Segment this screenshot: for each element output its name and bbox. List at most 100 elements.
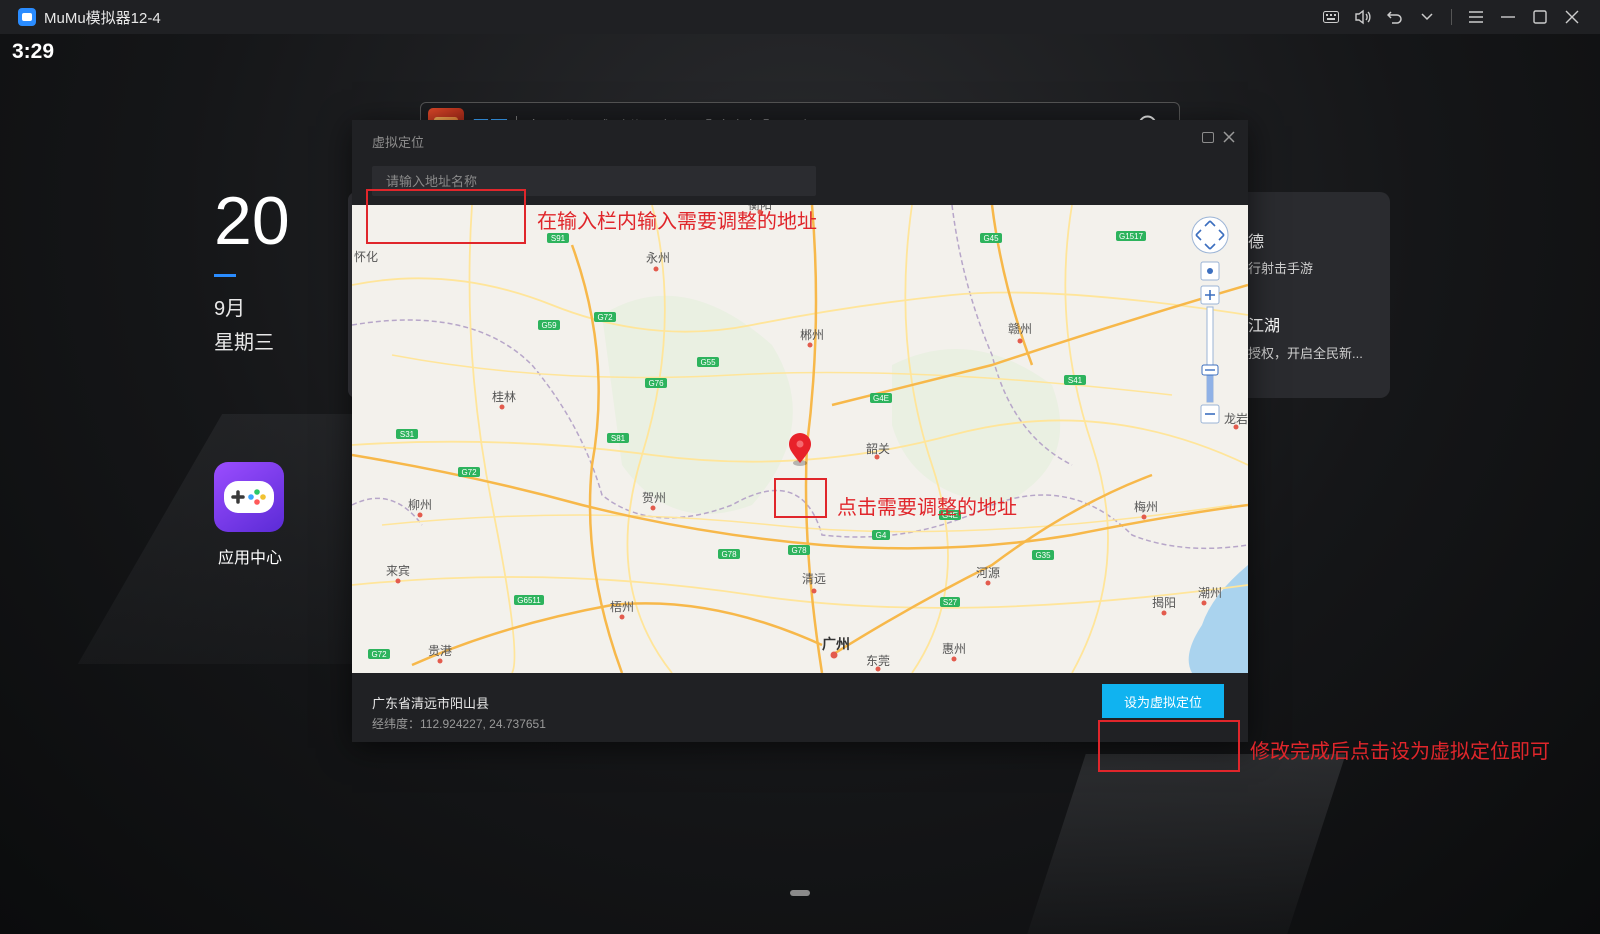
svg-text:G76: G76	[648, 379, 664, 388]
road-shield: G1517	[1116, 231, 1146, 241]
wallpaper-streak	[1014, 754, 1346, 934]
svg-text:来宾: 来宾	[386, 563, 410, 578]
svg-text:柳州: 柳州	[408, 498, 432, 512]
minimize-icon[interactable]	[1492, 0, 1524, 34]
road-shield: G72	[594, 312, 616, 322]
annotation-box-pin	[774, 478, 827, 518]
road-shield: S91	[547, 233, 569, 243]
svg-text:G6511: G6511	[517, 596, 541, 605]
svg-text:S27: S27	[943, 598, 958, 607]
svg-text:东莞: 东莞	[866, 654, 890, 668]
date-weekday: 星期三	[214, 332, 274, 354]
svg-text:梅州: 梅州	[1134, 499, 1158, 514]
road-shield: G55	[697, 357, 719, 367]
svg-text:永州: 永州	[646, 251, 670, 265]
home-indicator[interactable]	[790, 890, 810, 896]
selected-coordinates: 经纬度：112.924227, 24.737651	[372, 717, 546, 731]
road-shield: G6511	[514, 595, 544, 605]
svg-text:怀化: 怀化	[354, 250, 378, 264]
svg-text:桂林: 桂林	[492, 389, 516, 404]
card-item-subtitle: 行射击手游	[1248, 261, 1314, 276]
svg-text:G55: G55	[700, 358, 716, 367]
maximize-icon[interactable]	[1524, 0, 1556, 34]
app-center-icon[interactable]	[214, 462, 284, 532]
svg-text:梧州: 梧州	[610, 599, 634, 614]
svg-text:S41: S41	[1068, 376, 1083, 385]
svg-text:惠州: 惠州	[942, 642, 966, 656]
annotation-click-hint: 点击需要调整的地址	[837, 497, 1017, 519]
svg-text:G35: G35	[1035, 551, 1051, 560]
close-icon[interactable]	[1556, 0, 1588, 34]
svg-text:G59: G59	[541, 321, 557, 330]
undo-icon[interactable]	[1379, 0, 1411, 34]
card-item-subtitle: 授权，开启全民新...	[1248, 346, 1363, 361]
zoom-in-icon	[1200, 285, 1220, 305]
title-bar-controls	[1315, 0, 1588, 34]
road-shield: G45	[980, 233, 1002, 243]
svg-text:G72: G72	[371, 650, 387, 659]
city-label: 怀化	[354, 250, 378, 264]
road-shield: G4E	[870, 393, 892, 403]
map-canvas[interactable]: S91 G59 G72 G55 G76 G4E G45 G1517 S41 S3…	[352, 205, 1248, 673]
volume-icon[interactable]	[1347, 0, 1379, 34]
mumu-logo-icon	[18, 8, 36, 26]
keyboard-icon[interactable]	[1315, 0, 1347, 34]
annotation-done-hint: 修改完成后点击设为虚拟定位即可	[1250, 741, 1550, 763]
title-bar-divider	[1451, 9, 1452, 25]
map-pan-icon	[1191, 216, 1229, 254]
road-shield: S41	[1064, 375, 1086, 385]
svg-text:G78: G78	[791, 546, 807, 555]
dialog-close-icon[interactable]	[1220, 128, 1238, 146]
svg-text:G1517: G1517	[1119, 232, 1144, 241]
road-shield: S27	[940, 597, 960, 607]
map-zoom-control[interactable]	[1190, 215, 1230, 430]
svg-text:G78: G78	[721, 550, 737, 559]
svg-text:S91: S91	[551, 234, 566, 243]
road-shield: S31	[396, 429, 418, 439]
zoom-out-icon	[1200, 404, 1220, 424]
road-shield: G4	[872, 530, 890, 540]
app-center-label[interactable]: 应用中心	[214, 544, 286, 568]
annotation-box-input	[366, 189, 526, 244]
chevron-down-icon[interactable]	[1411, 0, 1443, 34]
road-shield: G78	[718, 549, 740, 559]
set-virtual-location-button[interactable]: 设为虚拟定位	[1102, 684, 1224, 718]
dialog-title: 虚拟定位	[372, 135, 425, 150]
svg-text:S31: S31	[400, 430, 415, 439]
svg-text:G4E: G4E	[873, 394, 889, 403]
road-shield: G78	[788, 545, 810, 555]
svg-text:潮州: 潮州	[1198, 585, 1222, 600]
map-view[interactable]: S91 G59 G72 G55 G76 G4E G45 G1517 S41 S3…	[352, 205, 1248, 673]
annotation-box-button	[1098, 720, 1240, 772]
title-bar: MuMu模拟器12-4	[0, 0, 1600, 34]
svg-text:G72: G72	[597, 313, 613, 322]
card-item-title: 德	[1248, 234, 1265, 251]
selected-address: 广东省清远市阳山县	[372, 696, 490, 711]
date-day: 20	[214, 183, 290, 259]
menu-icon[interactable]	[1460, 0, 1492, 34]
svg-text:清远: 清远	[802, 572, 826, 586]
svg-text:贵港: 贵港	[428, 644, 452, 658]
dialog-maximize-icon[interactable]	[1202, 132, 1214, 143]
annotation-input-hint: 在输入栏内输入需要调整的地址	[537, 211, 817, 233]
card-item-title: 江湖	[1248, 318, 1281, 335]
road-shield: G76	[645, 378, 667, 388]
road-shield: G59	[538, 320, 560, 330]
svg-text:郴州: 郴州	[800, 328, 824, 342]
svg-text:广州: 广州	[822, 636, 850, 652]
road-shield: G72	[458, 467, 480, 477]
zoom-slider-handle	[1201, 364, 1219, 376]
road-shield: G72	[368, 649, 390, 659]
svg-text:G72: G72	[461, 468, 477, 477]
status-clock: 3:29	[12, 40, 55, 63]
svg-text:揭阳: 揭阳	[1152, 595, 1176, 610]
road-shield: G35	[1032, 550, 1054, 560]
date-accent-bar	[214, 274, 236, 277]
svg-text:赣州: 赣州	[1008, 322, 1032, 336]
svg-text:贺州: 贺州	[642, 491, 666, 505]
window-title: MuMu模拟器12-4	[44, 9, 161, 27]
svg-text:G45: G45	[983, 234, 999, 243]
svg-text:S81: S81	[611, 434, 626, 443]
road-shield: S81	[607, 433, 629, 443]
date-month: 9月	[214, 298, 246, 320]
